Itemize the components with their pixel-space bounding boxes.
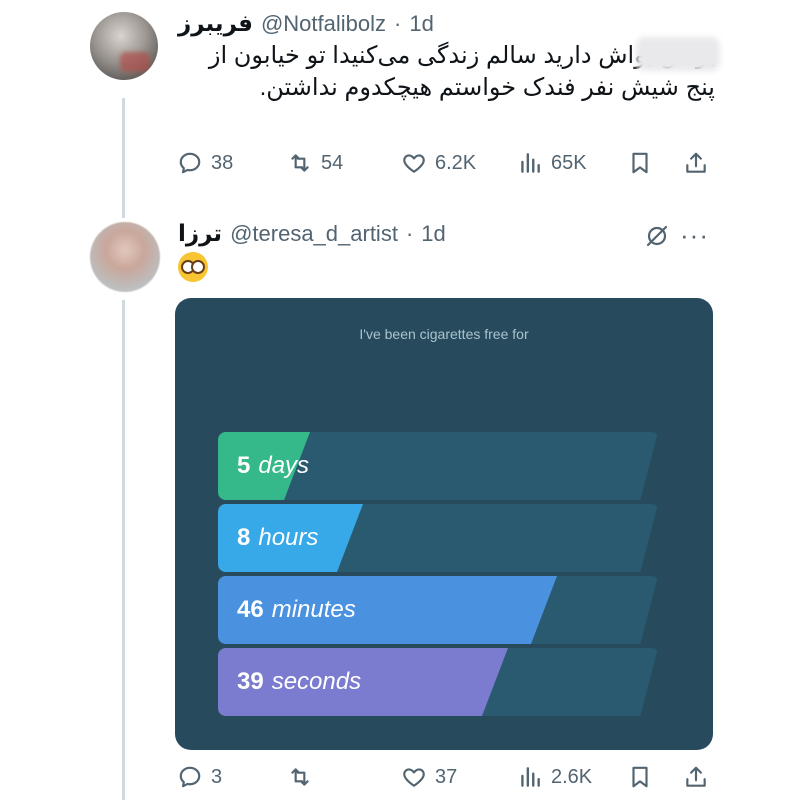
views-icon	[521, 767, 540, 787]
more-options-icon[interactable]: ···	[680, 220, 709, 251]
timer-bar-label: 46 minutes	[237, 576, 356, 644]
thread-connector-line	[122, 300, 125, 800]
bookmark-button[interactable]	[627, 762, 653, 792]
avatar[interactable]	[90, 222, 160, 292]
grok-icon[interactable]	[643, 222, 671, 250]
reply-icon	[179, 766, 201, 788]
timer-bar-label: 8 hours	[237, 504, 318, 572]
reply-count: 38	[211, 151, 234, 174]
timer-value: 39	[237, 668, 264, 695]
share-icon	[686, 766, 706, 787]
thread-connector-line	[122, 98, 125, 218]
separator: ·	[405, 221, 414, 246]
share-button[interactable]	[683, 148, 709, 178]
card-caption: I've been cigarettes free for	[359, 326, 529, 342]
separator: ·	[394, 11, 402, 36]
timestamp[interactable]: 1d	[421, 221, 445, 247]
share-icon	[686, 152, 706, 173]
heart-icon	[403, 768, 425, 787]
timer-unit: days	[258, 452, 310, 479]
views-button[interactable]: 2.6K	[517, 762, 592, 792]
tweet-actions: 3 37 2.6K	[175, 762, 725, 792]
like-count: 6.2K	[435, 151, 477, 174]
retweet-icon	[291, 768, 309, 786]
bookmark-icon	[632, 766, 648, 788]
like-count: 37	[435, 765, 458, 788]
like-button[interactable]: 6.2K	[401, 148, 476, 178]
timer-value: 8	[237, 524, 251, 551]
timer-value: 5	[237, 452, 251, 479]
tweet-actions: 38 54 6.2K 65K	[175, 148, 725, 178]
share-button[interactable]	[683, 762, 709, 792]
retweet-count: 54	[321, 151, 344, 174]
reply-icon	[179, 152, 201, 174]
retweet-button[interactable]: 54	[287, 148, 343, 178]
timer-unit: minutes	[271, 596, 356, 623]
tweet-text: یواش یواش دارید سالم زندگی می‌کنیدا تو خ…	[208, 42, 715, 101]
timer-bar-label: 39 seconds	[237, 648, 361, 716]
tweet-header: فریبرز @Notfalibolz · 1d	[178, 10, 434, 37]
redacted-word	[636, 37, 720, 71]
timestamp[interactable]: 1d	[409, 11, 433, 37]
reply-button[interactable]: 38	[177, 148, 233, 178]
timer-value: 46	[237, 596, 264, 623]
timer-unit: hours	[258, 524, 319, 551]
bookmark-button[interactable]	[627, 148, 653, 178]
reply-button[interactable]: 3	[177, 762, 222, 792]
reply-count: 3	[211, 765, 223, 788]
avatar[interactable]	[90, 12, 158, 80]
display-name[interactable]: فریبرز	[178, 10, 253, 37]
views-button[interactable]: 65K	[517, 148, 587, 178]
timer-bar-label: 5 days	[237, 432, 309, 500]
handle[interactable]: @teresa_d_artist	[230, 221, 398, 247]
display-name[interactable]: ترزا	[178, 220, 222, 247]
retweet-button[interactable]	[287, 762, 321, 792]
views-count: 2.6K	[551, 765, 593, 788]
heart-icon	[403, 154, 425, 173]
views-count: 65K	[551, 151, 587, 174]
tweet-header: ترزا @teresa_d_artist · 1d	[178, 220, 446, 247]
like-button[interactable]: 37	[401, 762, 457, 792]
bookmark-icon	[632, 152, 648, 174]
views-icon	[521, 153, 540, 173]
handle[interactable]: @Notfalibolz	[261, 11, 386, 37]
retweet-icon	[291, 154, 309, 172]
timer-unit: seconds	[271, 668, 362, 695]
nerd-face-emoji	[178, 252, 208, 282]
media-card[interactable]: I've been cigarettes free for 5 days 8 hour…	[175, 298, 713, 750]
